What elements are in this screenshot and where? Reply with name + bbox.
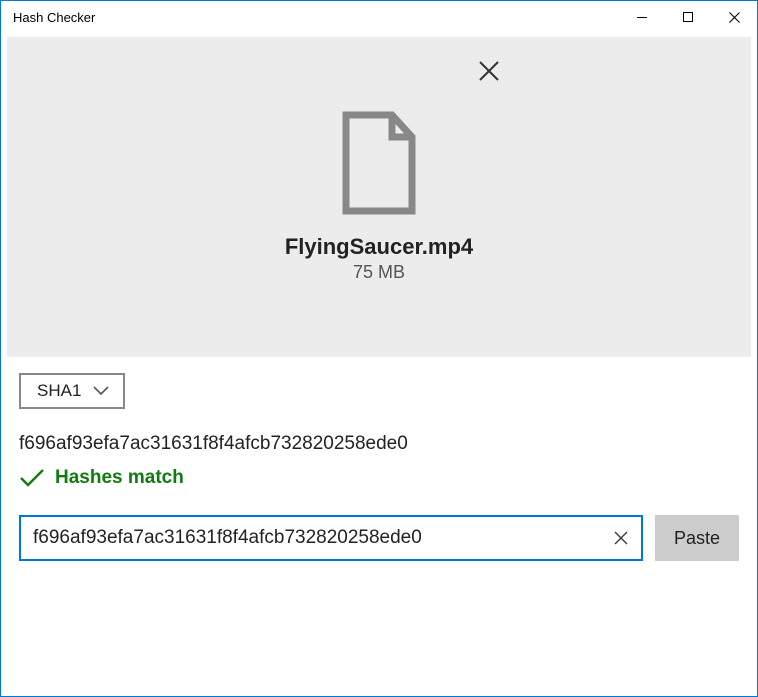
minimize-button[interactable] <box>619 1 665 33</box>
window-title: Hash Checker <box>1 10 619 25</box>
checkmark-icon <box>19 468 45 488</box>
compare-input-wrap <box>19 515 643 561</box>
content-area: FlyingSaucer.mp4 75 MB SHA1 f696af93efa7… <box>1 33 757 696</box>
file-name: FlyingSaucer.mp4 <box>285 234 473 260</box>
titlebar: Hash Checker <box>1 1 757 33</box>
compare-row: Paste <box>19 515 739 561</box>
clear-input-button[interactable] <box>601 531 641 545</box>
computed-hash: f696af93efa7ac31631f8f4afcb732820258ede0 <box>19 433 739 455</box>
app-window: Hash Checker FlyingSaucer <box>0 0 758 697</box>
x-icon <box>614 531 628 545</box>
algorithm-select[interactable]: SHA1 <box>19 373 125 409</box>
maximize-icon <box>683 12 693 22</box>
status-row: Hashes match <box>19 467 739 489</box>
window-controls <box>619 1 757 33</box>
chevron-down-icon <box>93 386 109 396</box>
close-icon <box>729 12 740 23</box>
minimize-icon <box>637 17 647 18</box>
paste-button[interactable]: Paste <box>655 515 739 561</box>
file-dropzone[interactable]: FlyingSaucer.mp4 75 MB <box>7 37 751 357</box>
file-size: 75 MB <box>353 262 405 283</box>
lower-panel: SHA1 f696af93efa7ac31631f8f4afcb73282025… <box>1 357 757 561</box>
algorithm-selected-label: SHA1 <box>37 381 81 401</box>
file-icon <box>338 111 420 220</box>
x-icon <box>477 59 501 83</box>
status-text: Hashes match <box>55 467 184 489</box>
maximize-button[interactable] <box>665 1 711 33</box>
clear-file-button[interactable] <box>477 59 501 88</box>
compare-hash-input[interactable] <box>21 527 601 549</box>
close-button[interactable] <box>711 1 757 33</box>
